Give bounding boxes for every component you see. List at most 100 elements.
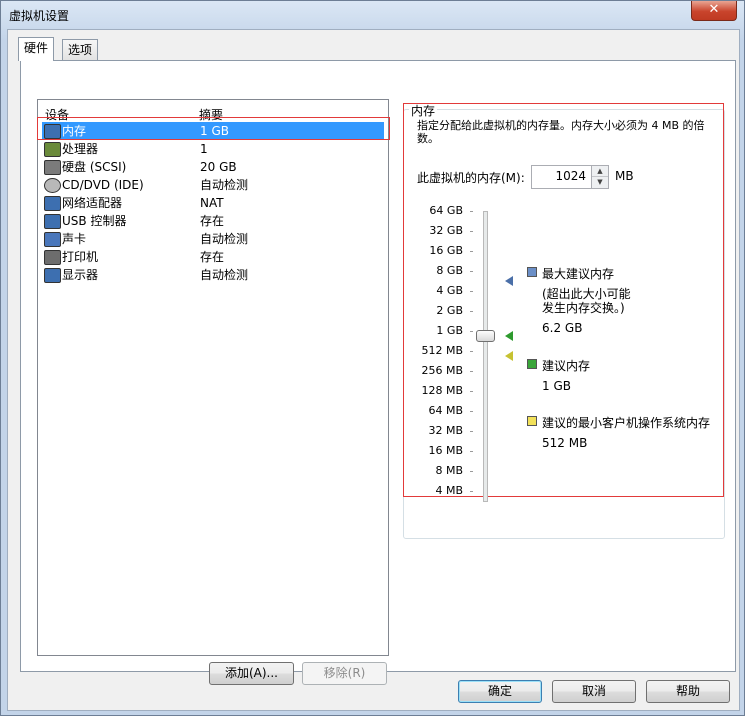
recommended-legend-square-icon bbox=[527, 359, 537, 369]
scale-tick bbox=[470, 451, 473, 452]
recommended-marker-icon bbox=[505, 331, 513, 341]
scale-label: 256 MB bbox=[421, 364, 463, 377]
scale-tick bbox=[470, 391, 473, 392]
device-list[interactable]: 设备 摘要 内存 1 GB 处理器 1 硬盘 (SCSI) 20 GB CD/DVD (ID… bbox=[37, 99, 389, 656]
spin-up-icon[interactable]: ▲ bbox=[592, 166, 608, 176]
device-row[interactable]: 硬盘 (SCSI) 20 GB bbox=[42, 158, 384, 176]
memory-input[interactable]: 1024 bbox=[555, 169, 586, 183]
memory-slider-track[interactable] bbox=[483, 211, 488, 502]
network-adapter-icon bbox=[44, 196, 61, 211]
device-row[interactable]: 打印机 存在 bbox=[42, 248, 384, 266]
device-name: 显示器 bbox=[62, 268, 99, 282]
processor-icon bbox=[44, 142, 61, 157]
scale-label: 8 GB bbox=[436, 264, 463, 277]
scale-label: 64 MB bbox=[428, 404, 463, 417]
scale-label: 4 MB bbox=[435, 484, 463, 497]
max-recommended-note: (超出此大小可能发生内存交换。) bbox=[542, 287, 631, 315]
scale-tick bbox=[470, 491, 473, 492]
hard-disk-icon bbox=[44, 160, 61, 175]
scale-tick bbox=[470, 291, 473, 292]
scale-label: 64 GB bbox=[429, 204, 463, 217]
dialog-client-area: 硬件 选项 设备 摘要 内存 1 GB 处理器 1 硬盘 (SCSI) 20 GB CD/D… bbox=[7, 29, 740, 711]
min-legend-square-icon bbox=[527, 416, 537, 426]
min-recommended-marker-icon bbox=[505, 351, 513, 361]
scale-label: 16 MB bbox=[428, 444, 463, 457]
recommended-title: 建议内存 bbox=[542, 359, 591, 373]
memory-slider-thumb[interactable] bbox=[476, 330, 495, 342]
help-button[interactable]: 帮助 bbox=[646, 680, 730, 703]
scale-tick bbox=[470, 231, 473, 232]
scale-tick bbox=[470, 371, 473, 372]
max-recommended-value: 6.2 GB bbox=[542, 321, 583, 335]
cancel-button[interactable]: 取消 bbox=[552, 680, 636, 703]
annotation-highlight-memory-row bbox=[37, 117, 390, 140]
sound-card-icon bbox=[44, 232, 61, 247]
scale-tick bbox=[470, 271, 473, 272]
scale-label: 32 MB bbox=[428, 424, 463, 437]
min-recommended-value: 512 MB bbox=[542, 436, 588, 450]
ok-button[interactable]: 确定 bbox=[458, 680, 542, 703]
scale-tick bbox=[470, 431, 473, 432]
scale-tick bbox=[470, 471, 473, 472]
scale-tick bbox=[470, 311, 473, 312]
scale-label: 32 GB bbox=[429, 224, 463, 237]
window-title: 虚拟机设置 bbox=[9, 9, 70, 23]
device-row[interactable]: 处理器 1 bbox=[42, 140, 384, 158]
device-name: 处理器 bbox=[62, 142, 99, 156]
device-summary: NAT bbox=[200, 196, 224, 210]
device-name: 声卡 bbox=[62, 232, 87, 246]
device-name: CD/DVD (IDE) bbox=[62, 178, 144, 192]
hardware-tab-panel: 设备 摘要 内存 1 GB 处理器 1 硬盘 (SCSI) 20 GB CD/DVD (ID… bbox=[20, 60, 736, 685]
add-device-button[interactable]: 添加(A)... bbox=[209, 662, 294, 685]
close-icon: ✕ bbox=[708, 2, 720, 17]
memory-spinbox[interactable]: 1024 ▲ ▼ bbox=[531, 165, 609, 189]
memory-unit-label: MB bbox=[615, 169, 634, 183]
scale-label: 512 MB bbox=[421, 344, 463, 357]
device-name: 硬盘 (SCSI) bbox=[62, 160, 127, 174]
usb-icon bbox=[44, 214, 61, 229]
close-button[interactable]: ✕ bbox=[691, 1, 737, 21]
scale-tick bbox=[470, 331, 473, 332]
scale-label: 2 GB bbox=[436, 304, 463, 317]
scale-tick bbox=[470, 211, 473, 212]
device-name: 打印机 bbox=[62, 250, 99, 264]
device-row[interactable]: 显示器 自动检测 bbox=[42, 266, 384, 284]
device-name: 网络适配器 bbox=[62, 196, 123, 210]
device-summary: 存在 bbox=[200, 250, 225, 264]
vm-settings-window: 虚拟机设置 ✕ 硬件 选项 设备 摘要 内存 1 GB 处理器 1 硬盘 (SCSI) 2… bbox=[0, 0, 745, 716]
scale-label: 16 GB bbox=[429, 244, 463, 257]
device-name: USB 控制器 bbox=[62, 214, 127, 228]
memory-field-label: 此虚拟机的内存(M): bbox=[417, 171, 525, 185]
max-legend-square-icon bbox=[527, 267, 537, 277]
device-summary: 自动检测 bbox=[200, 268, 249, 282]
device-row[interactable]: USB 控制器 存在 bbox=[42, 212, 384, 230]
tab-hardware[interactable]: 硬件 bbox=[18, 37, 55, 61]
title-bar[interactable]: 虚拟机设置 ✕ bbox=[1, 1, 744, 29]
tab-options[interactable]: 选项 bbox=[62, 39, 99, 60]
display-icon bbox=[44, 268, 61, 283]
printer-icon bbox=[44, 250, 61, 265]
max-recommended-title: 最大建议内存 bbox=[542, 267, 615, 281]
spin-buttons[interactable]: ▲ ▼ bbox=[591, 166, 608, 188]
scale-tick bbox=[470, 411, 473, 412]
device-summary: 1 bbox=[200, 142, 208, 156]
recommended-value: 1 GB bbox=[542, 379, 571, 393]
spin-down-icon[interactable]: ▼ bbox=[592, 176, 608, 187]
device-summary: 存在 bbox=[200, 214, 225, 228]
scale-label: 4 GB bbox=[436, 284, 463, 297]
scale-tick bbox=[470, 351, 473, 352]
min-recommended-title: 建议的最小客户机操作系统内存 bbox=[542, 416, 711, 430]
device-row[interactable]: 网络适配器 NAT bbox=[42, 194, 384, 212]
remove-device-button[interactable]: 移除(R) bbox=[302, 662, 387, 685]
scale-label: 1 GB bbox=[436, 324, 463, 337]
device-row[interactable]: 声卡 自动检测 bbox=[42, 230, 384, 248]
scale-tick bbox=[470, 251, 473, 252]
scale-label: 128 MB bbox=[421, 384, 463, 397]
device-summary: 自动检测 bbox=[200, 232, 249, 246]
device-summary: 自动检测 bbox=[200, 178, 249, 192]
device-summary: 20 GB bbox=[200, 160, 237, 174]
scale-label: 8 MB bbox=[435, 464, 463, 477]
cd-dvd-icon bbox=[44, 178, 61, 193]
device-row[interactable]: CD/DVD (IDE) 自动检测 bbox=[42, 176, 384, 194]
memory-description: 指定分配给此虚拟机的内存量。内存大小必须为 4 MB 的倍数。 bbox=[417, 119, 705, 145]
